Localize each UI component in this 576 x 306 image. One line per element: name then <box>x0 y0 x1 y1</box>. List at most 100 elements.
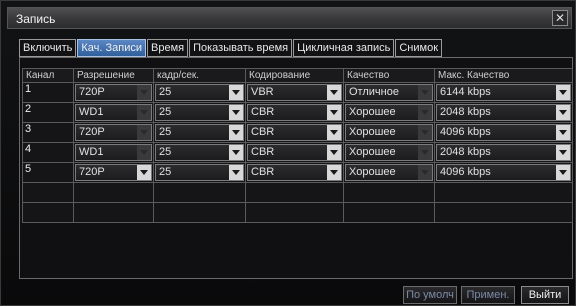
tab-cycle-record[interactable]: Цикличная запись <box>293 39 395 57</box>
chevron-down-icon <box>229 165 243 180</box>
resolution-value: 720P <box>79 86 105 98</box>
resolution-value: 720P <box>79 126 105 138</box>
max-quality-select[interactable]: 4096 kbps <box>436 164 571 181</box>
encoding-select[interactable]: CBR <box>247 124 342 141</box>
fps-select[interactable]: 25 <box>155 144 244 161</box>
chevron-down-icon <box>137 85 151 100</box>
close-button[interactable]: ✕ <box>552 10 568 26</box>
exit-button[interactable]: Выйти <box>521 286 569 304</box>
tab-bar: Включить Кач. Записи Время Показывать вр… <box>19 39 443 57</box>
chevron-down-icon <box>327 105 341 120</box>
fps-value: 25 <box>159 166 172 178</box>
chevron-down-icon <box>229 105 243 120</box>
quality-value: Хорошее <box>349 166 396 178</box>
resolution-select[interactable]: WD1 <box>75 104 152 121</box>
resolution-select[interactable]: 720P <box>75 124 152 141</box>
chevron-down-icon <box>556 105 570 120</box>
quality-select[interactable]: Хорошее <box>345 104 433 121</box>
table-row: 5 720P 25 CBR Хорошее 4096 kbps <box>22 162 573 183</box>
encoding-select[interactable]: CBR <box>247 164 342 181</box>
quality-value: Хорошее <box>349 106 396 118</box>
fps-value: 25 <box>159 86 172 98</box>
encoding-value: CBR <box>251 126 275 138</box>
fps-select[interactable]: 25 <box>155 124 244 141</box>
max-quality-value: 2048 kbps <box>440 106 491 118</box>
fps-value: 25 <box>159 146 172 158</box>
max-quality-value: 4096 kbps <box>440 166 491 178</box>
max-quality-select[interactable]: 6144 kbps <box>436 84 571 101</box>
tab-record-quality[interactable]: Кач. Записи <box>77 39 146 57</box>
max-quality-value: 2048 kbps <box>440 146 491 158</box>
channel-number: 2 <box>22 102 74 123</box>
fps-value: 25 <box>159 106 172 118</box>
chevron-down-icon <box>418 85 432 100</box>
max-quality-select[interactable]: 2048 kbps <box>436 144 571 161</box>
record-quality-panel: Канал Разрешение кадр/сек. Кодирование К… <box>19 57 573 279</box>
chevron-down-icon <box>137 165 151 180</box>
header-channel: Канал <box>22 68 74 83</box>
resolution-value: WD1 <box>79 106 104 118</box>
chevron-down-icon <box>556 165 570 180</box>
table-row: 1 720P 25 VBR Отличное 6144 kbps <box>22 82 573 103</box>
channel-number: 4 <box>22 142 74 163</box>
quality-value: Хорошее <box>349 146 396 158</box>
quality-value: Отличное <box>349 86 399 98</box>
encoding-value: CBR <box>251 146 275 158</box>
tab-show-time[interactable]: Показывать время <box>189 39 293 57</box>
fps-select[interactable]: 25 <box>155 84 244 101</box>
resolution-select[interactable]: 720P <box>75 164 152 181</box>
empty-row <box>22 182 573 203</box>
max-quality-value: 6144 kbps <box>440 86 491 98</box>
chevron-down-icon <box>418 145 432 160</box>
chevron-down-icon <box>137 105 151 120</box>
apply-button[interactable]: Примен. <box>461 286 515 304</box>
chevron-down-icon <box>418 165 432 180</box>
chevron-down-icon <box>137 125 151 140</box>
fps-select[interactable]: 25 <box>155 104 244 121</box>
encoding-select[interactable]: CBR <box>247 104 342 121</box>
encoding-select[interactable]: CBR <box>247 144 342 161</box>
fps-select[interactable]: 25 <box>155 164 244 181</box>
quality-select[interactable]: Хорошее <box>345 164 433 181</box>
fps-value: 25 <box>159 126 172 138</box>
table-row: 2 WD1 25 CBR Хорошее 2048 kbps <box>22 102 573 123</box>
chevron-down-icon <box>327 165 341 180</box>
resolution-value: WD1 <box>79 146 104 158</box>
tab-schedule[interactable]: Время <box>147 39 189 57</box>
header-max-quality: Макс. Качество <box>434 68 573 83</box>
max-quality-value: 4096 kbps <box>440 126 491 138</box>
chevron-down-icon <box>229 145 243 160</box>
quality-select[interactable]: Отличное <box>345 84 433 101</box>
resolution-select[interactable]: WD1 <box>75 144 152 161</box>
encoding-value: VBR <box>251 86 274 98</box>
tab-snapshot[interactable]: Снимок <box>395 39 443 57</box>
channel-number: 5 <box>22 162 74 183</box>
encoding-select[interactable]: VBR <box>247 84 342 101</box>
table-row: 3 720P 25 CBR Хорошее 4096 kbps <box>22 122 573 143</box>
quality-select[interactable]: Хорошее <box>345 144 433 161</box>
header-quality: Качество <box>343 68 435 83</box>
chevron-down-icon <box>137 145 151 160</box>
table-row: 4 WD1 25 CBR Хорошее 2048 kbps <box>22 142 573 163</box>
chevron-down-icon <box>556 145 570 160</box>
record-settings-dialog: Запись ✕ Включить Кач. Записи Время Пока… <box>0 0 576 306</box>
chevron-down-icon <box>418 105 432 120</box>
max-quality-select[interactable]: 4096 kbps <box>436 124 571 141</box>
quality-select[interactable]: Хорошее <box>345 124 433 141</box>
tab-enable[interactable]: Включить <box>19 39 77 57</box>
chevron-down-icon <box>418 125 432 140</box>
resolution-select[interactable]: 720P <box>75 84 152 101</box>
header-resolution: Разрешение <box>73 68 154 83</box>
header-encoding: Кодирование <box>245 68 344 83</box>
channel-number: 3 <box>22 122 74 143</box>
window-title: Запись <box>16 12 56 26</box>
channel-table: Канал Разрешение кадр/сек. Кодирование К… <box>22 68 573 223</box>
header-fps: кадр/сек. <box>153 68 246 83</box>
max-quality-select[interactable]: 2048 kbps <box>436 104 571 121</box>
chevron-down-icon <box>327 85 341 100</box>
title-bar: Запись ✕ <box>7 7 572 29</box>
default-button[interactable]: По умолч <box>403 286 457 304</box>
chevron-down-icon <box>556 85 570 100</box>
resolution-value: 720P <box>79 166 105 178</box>
quality-value: Хорошее <box>349 126 396 138</box>
